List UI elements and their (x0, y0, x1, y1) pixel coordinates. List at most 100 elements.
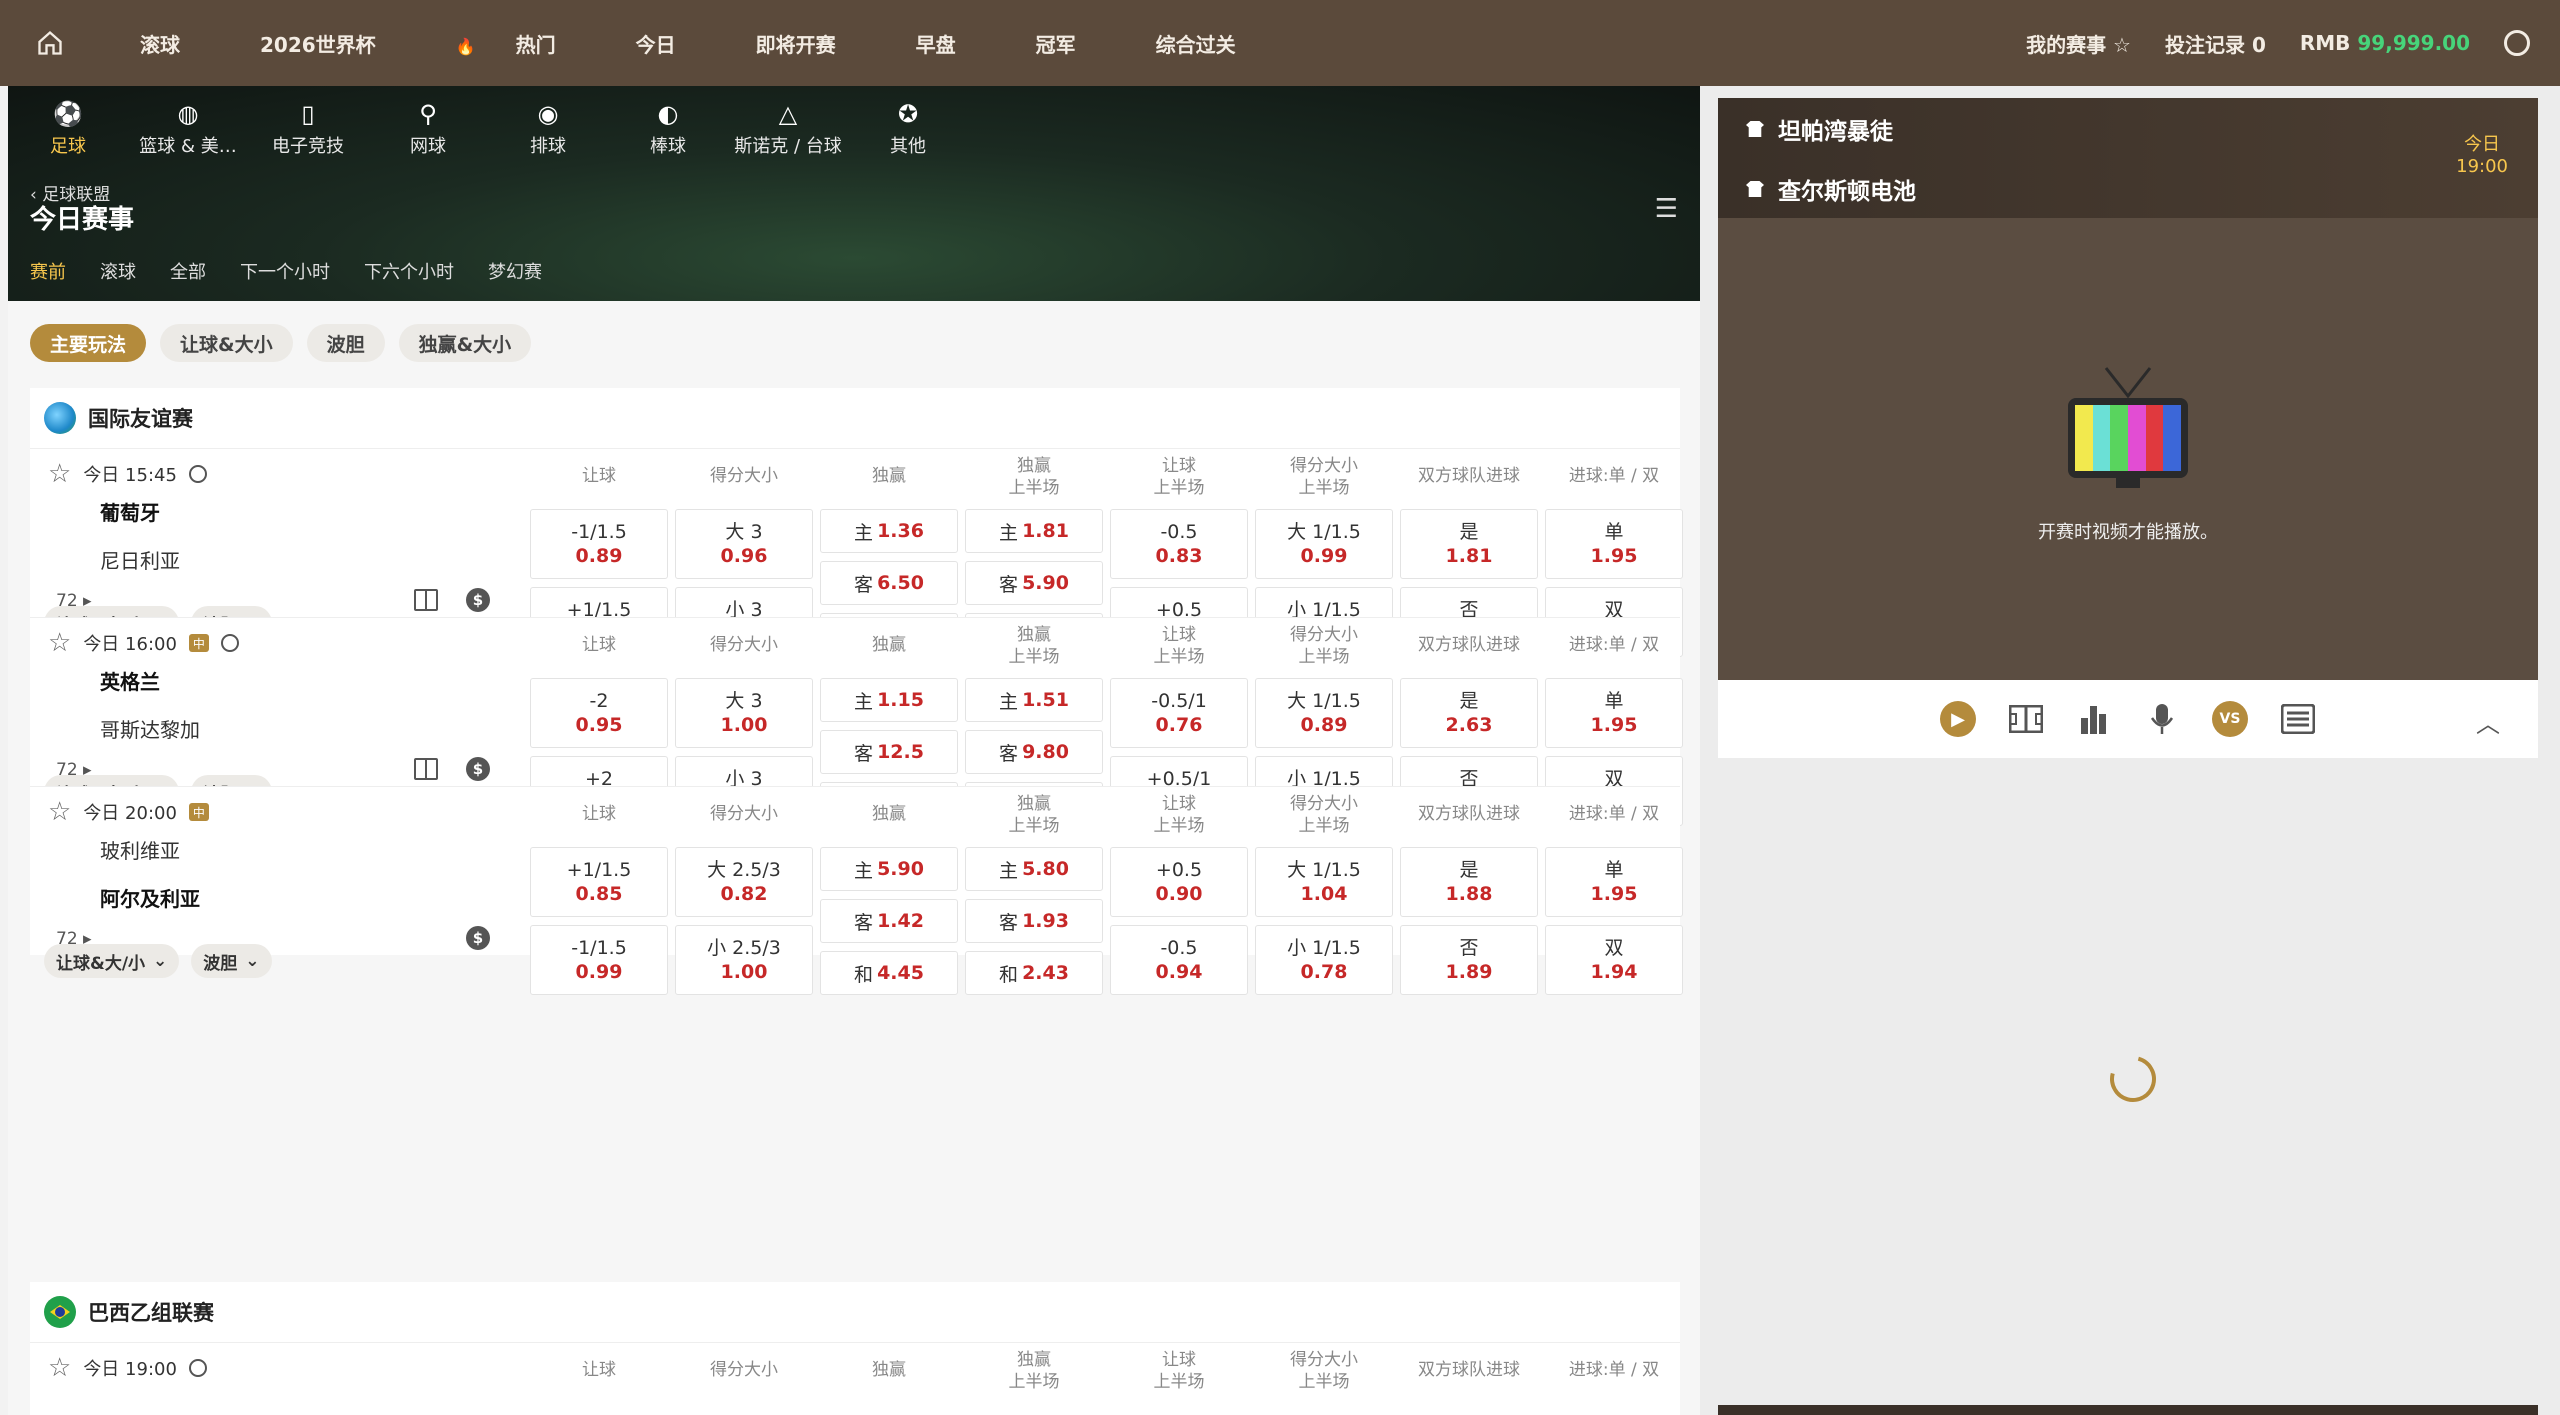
odds-button[interactable]: 大 1/1.5 0.99 (1255, 509, 1393, 579)
odds-button[interactable]: +1/1.5 0.85 (530, 847, 668, 917)
sport-tab[interactable]: △ 斯诺克 / 台球 (728, 96, 848, 158)
sport-tab[interactable]: ⚽ 足球 (8, 96, 128, 158)
odds-button[interactable]: 客 1.42 (820, 899, 958, 943)
odds-button[interactable]: 单 1.95 (1545, 509, 1683, 579)
sport-tab[interactable]: ✪ 其他 (848, 96, 968, 158)
time-filter-tab[interactable]: 梦幻赛 (488, 258, 542, 284)
home-team[interactable]: 英格兰 (100, 666, 160, 695)
nav-item[interactable]: 早盘 (876, 29, 996, 58)
my-matches-link[interactable]: 我的赛事 ☆ (2026, 29, 2131, 58)
odds-button[interactable]: 客 1.93 (965, 899, 1103, 943)
nav-item[interactable]: 综合过关 (1116, 29, 1276, 58)
time-filter-tab[interactable]: 下六个小时 (364, 258, 454, 284)
odds-button[interactable]: 单 1.95 (1545, 678, 1683, 748)
sport-tab[interactable]: ◍ 篮球 & 美… (128, 96, 248, 158)
column-header: 双方球队进球 (1400, 1359, 1538, 1381)
odds-button[interactable]: 单 1.95 (1545, 847, 1683, 917)
odds-button[interactable]: 客 5.90 (965, 561, 1103, 605)
odds-button[interactable]: 大 1/1.5 0.89 (1255, 678, 1393, 748)
favorite-star-icon[interactable]: ☆ (48, 1353, 71, 1383)
versus-icon[interactable]: VS (2212, 701, 2248, 737)
nav-item[interactable]: 今日 (596, 29, 716, 58)
odds-button[interactable]: -1/1.5 0.89 (530, 509, 668, 579)
league-header[interactable]: 国际友谊赛 (30, 388, 1680, 448)
filter-settings-icon[interactable]: ☰ (1655, 194, 1678, 224)
odds-button[interactable]: 和 2.43 (965, 951, 1103, 995)
odds-value: 1.94 (1590, 961, 1638, 983)
user-icon[interactable] (2504, 30, 2530, 56)
home-icon[interactable] (0, 0, 100, 86)
bet-records-link[interactable]: 投注记录 0 (2165, 29, 2266, 58)
odds-value: 0.85 (575, 883, 623, 905)
column-header: 得分大小 (675, 1359, 813, 1381)
nav-item[interactable]: 🔥 热门 (416, 29, 596, 58)
odds-button[interactable]: -0.5/1 0.76 (1110, 678, 1248, 748)
odds-button[interactable]: -0.5 0.94 (1110, 925, 1248, 995)
odds-button[interactable]: 小 1/1.5 0.78 (1255, 925, 1393, 995)
time-filter-tab[interactable]: 滚球 (100, 258, 136, 284)
market-dropdown[interactable]: 波胆 ⌄ (191, 944, 272, 978)
scoreboard-icon[interactable] (2280, 701, 2316, 737)
odds-button[interactable]: 是 1.88 (1400, 847, 1538, 917)
market-pill[interactable]: 独赢&大小 (398, 324, 532, 362)
odds-button[interactable]: 双1.94 (1545, 925, 1683, 995)
home-team[interactable]: 葡萄牙 (100, 497, 160, 526)
odds-button[interactable]: 大 1/1.5 1.04 (1255, 847, 1393, 917)
favorite-star-icon[interactable]: ☆ (48, 459, 71, 489)
medal-icon: ✪ (897, 100, 919, 128)
odds-button[interactable]: 主 1.36 (820, 509, 958, 553)
odds-button[interactable]: -2 0.95 (530, 678, 668, 748)
sport-tab-label: 棒球 (650, 136, 686, 157)
away-team[interactable]: 尼日利亚 (100, 545, 180, 574)
time-filter-tab[interactable]: 全部 (170, 258, 206, 284)
field-icon[interactable] (2008, 701, 2044, 737)
field-icon[interactable] (414, 758, 438, 780)
away-team[interactable]: 阿尔及利亚 (100, 883, 200, 912)
odds-button[interactable]: 否 1.89 (1400, 925, 1538, 995)
nav-item[interactable]: 即将开赛 (716, 29, 876, 58)
odds-button[interactable]: 大 3 1.00 (675, 678, 813, 748)
market-pill[interactable]: 主要玩法 (30, 324, 147, 362)
favorite-star-icon[interactable]: ☆ (48, 628, 71, 658)
odds-button[interactable]: 主 5.80 (965, 847, 1103, 891)
sport-tab[interactable]: ◐ 棒球 (608, 96, 728, 158)
collapse-chevron-icon[interactable]: ︿ (2476, 704, 2500, 739)
market-pill[interactable]: 波胆 (306, 324, 385, 362)
odds-button[interactable]: 小 2.5/3 1.00 (675, 925, 813, 995)
microphone-icon[interactable] (2144, 701, 2180, 737)
sport-tab[interactable]: ▯ 电子竞技 (248, 96, 368, 158)
stats-icon[interactable] (2076, 701, 2112, 737)
odds-button[interactable]: 主 5.90 (820, 847, 958, 891)
play-icon[interactable]: ▶ (1940, 701, 1976, 737)
odds-button[interactable]: +0.5 0.90 (1110, 847, 1248, 917)
nav-item[interactable]: 2026世界杯 (220, 29, 416, 58)
column-header-line: 进球:单 / 双 (1568, 804, 1660, 824)
time-filter-tab[interactable]: 下一个小时 (240, 258, 330, 284)
home-team[interactable]: 玻利维亚 (100, 835, 180, 864)
market-pill[interactable]: 让球&大小 (160, 324, 293, 362)
field-icon[interactable] (414, 589, 438, 611)
odds-button[interactable]: 主 1.51 (965, 678, 1103, 722)
market-dropdown[interactable]: 让球&大/小 ⌄ (44, 944, 180, 978)
odds-button[interactable]: -0.5 0.83 (1110, 509, 1248, 579)
nav-item[interactable]: 滚球 (100, 29, 220, 58)
odds-button[interactable]: 和 4.45 (820, 951, 958, 995)
away-team[interactable]: 哥斯达黎加 (100, 714, 200, 743)
odds-button[interactable]: 主 1.81 (965, 509, 1103, 553)
odds-button[interactable]: 是 1.81 (1400, 509, 1538, 579)
odds-button[interactable]: 客 9.80 (965, 730, 1103, 774)
odds-button[interactable]: 大 3 0.96 (675, 509, 813, 579)
league-header[interactable]: 巴西乙组联赛 (30, 1282, 1680, 1342)
odds-button[interactable]: 大 2.5/3 0.82 (675, 847, 813, 917)
nav-item[interactable]: 冠军 (996, 29, 1116, 58)
odds-button[interactable]: 是 2.63 (1400, 678, 1538, 748)
time-filter-tab[interactable]: 赛前 (30, 258, 66, 284)
sport-tab[interactable]: ⚲ 网球 (368, 96, 488, 158)
column-header-line: 上半场 (1008, 478, 1060, 498)
odds-button[interactable]: 客 12.5 (820, 730, 958, 774)
odds-button[interactable]: 客 6.50 (820, 561, 958, 605)
odds-button[interactable]: -1/1.5 0.99 (530, 925, 668, 995)
favorite-star-icon[interactable]: ☆ (48, 797, 71, 827)
sport-tab[interactable]: ◉ 排球 (488, 96, 608, 158)
odds-button[interactable]: 主 1.15 (820, 678, 958, 722)
